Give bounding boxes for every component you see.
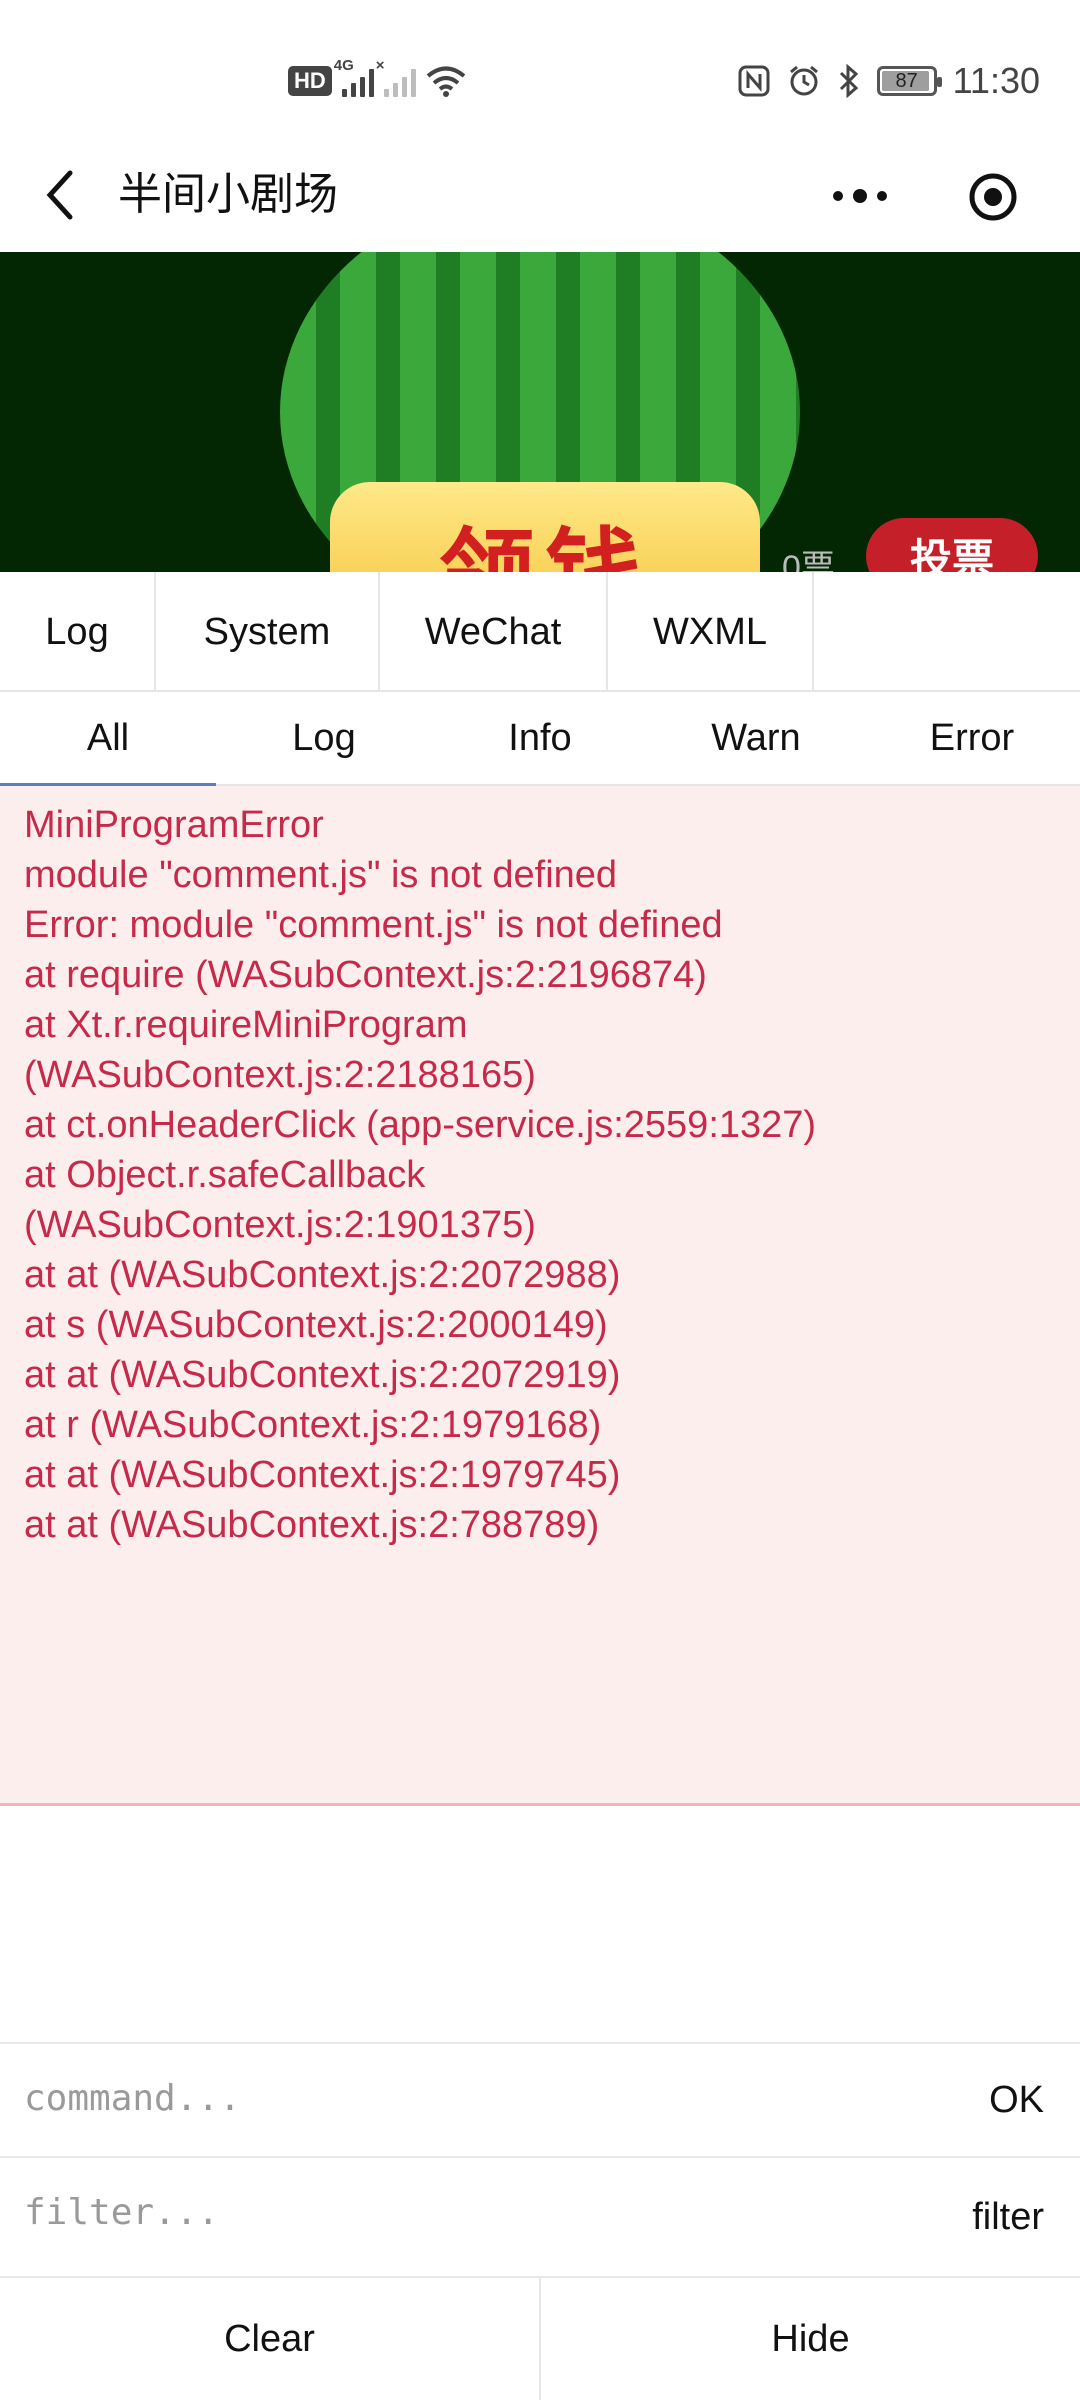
cell-signal-2-icon: × [376,57,416,97]
log-level-tabs: All Log Info Warn Error [0,692,1080,786]
command-ok-button[interactable]: OK [989,2044,1044,2156]
log-line: at s (WASubContext.js:2:2000149) [24,1304,608,1346]
status-left: HD 4G × [288,57,466,104]
vote-button-label: 投票 [909,535,994,573]
more-dots-icon [833,191,843,201]
command-input[interactable] [24,2068,924,2128]
tab-log[interactable]: Log [0,572,156,692]
network-type-label: 4G [333,57,354,74]
filter-input[interactable] [24,2182,924,2242]
log-line: (WASubContext.js:2:1901375) [24,1204,536,1246]
subtab-warn[interactable]: Warn [648,692,864,784]
subtab-all[interactable]: All [0,692,216,786]
more-dot [853,189,867,203]
log-line: at Object.r.safeCallback [24,1154,426,1196]
subtab-log[interactable]: Log [216,692,432,784]
log-line: at r (WASubContext.js:2:1979168) [24,1404,602,1446]
more-dot [877,191,887,201]
battery-percent: 87 [895,69,918,92]
vconsole-tabbar: Log System WeChat WXML [0,572,1080,692]
status-right: 87 11:30 [737,58,1040,104]
nav-bar: 半间小剧场 [0,140,1080,252]
target-close-icon [969,173,1017,221]
wifi-icon [426,65,466,97]
banner-image[interactable]: 领钱 0票 投票 [0,252,1080,572]
nfc-icon [737,64,771,98]
log-line: MiniProgramError [24,804,324,846]
log-line: at Xt.r.requireMiniProgram [24,1004,468,1046]
no-signal-mark: × [375,57,385,74]
error-log-entry[interactable]: MiniProgramError module "comment.js" is … [0,786,1080,1806]
log-line: at at (WASubContext.js:2:788789) [24,1504,600,1546]
back-button[interactable] [30,160,90,230]
vconsole-toolbar: Clear Hide [0,2278,1080,2400]
filter-button[interactable]: filter [972,2158,1044,2276]
status-time: 11:30 [952,60,1040,101]
tab-system[interactable]: System [156,572,380,692]
chevron-left-icon [46,170,73,220]
subtab-error[interactable]: Error [864,692,1080,784]
tab-wechat[interactable]: WeChat [380,572,608,692]
bluetooth-icon [837,64,861,98]
get-money-label: 领钱 [439,496,651,572]
log-line: at at (WASubContext.js:2:2072988) [24,1254,621,1296]
subtab-info[interactable]: Info [432,692,648,784]
cell-signal-icon: 4G [334,57,374,97]
get-money-button[interactable]: 领钱 [330,482,760,572]
tab-wxml[interactable]: WXML [608,572,814,692]
page-title: 半间小剧场 [118,170,338,219]
battery-icon: 87 [876,66,942,96]
hide-button[interactable]: Hide [541,2278,1080,2400]
vote-count: 0票 [782,549,835,572]
log-line: (WASubContext.js:2:2188165) [24,1054,536,1096]
log-line: module "comment.js" is not defined [24,854,618,896]
log-line: at ct.onHeaderClick (app-service.js:2559… [24,1104,817,1146]
filter-row: filter [0,2158,1080,2278]
more-button[interactable] [820,168,900,224]
close-miniprogram-button[interactable] [960,164,1026,230]
log-line: at require (WASubContext.js:2:2196874) [24,954,707,996]
vconsole-panel: Log System WeChat WXML All Log Info Warn… [0,572,1080,2400]
log-line: at at (WASubContext.js:2:1979745) [24,1454,621,1496]
log-line: Error: module "comment.js" is not define… [24,904,723,946]
alarm-icon [787,64,821,98]
hd-badge: HD [288,66,332,96]
command-row: OK [0,2042,1080,2158]
log-line: at at (WASubContext.js:2:2072919) [24,1354,621,1396]
status-bar: HD 4G × 87 11:30 [0,0,1080,160]
vote-button[interactable]: 投票 [866,518,1038,572]
clear-button[interactable]: Clear [0,2278,541,2400]
